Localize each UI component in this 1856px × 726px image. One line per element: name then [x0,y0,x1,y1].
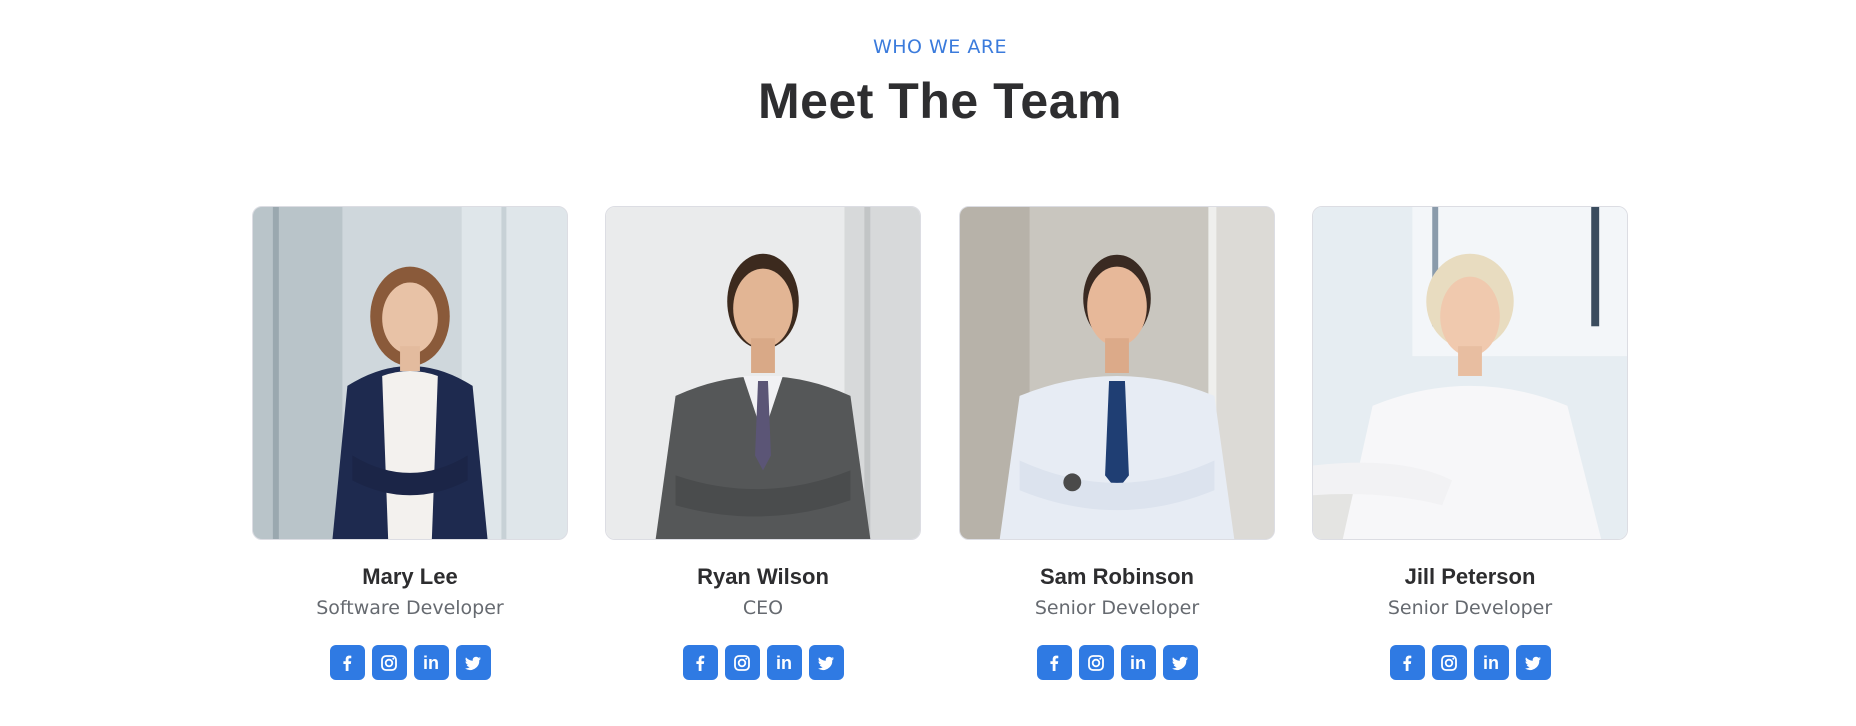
social-links: in [1312,645,1628,680]
member-name: Jill Peterson [1404,564,1536,589]
member-photo [605,206,921,540]
member-role: CEO [742,597,784,619]
instagram-icon[interactable] [1431,645,1467,680]
social-links: in [959,645,1275,680]
team-section: WHO WE ARE Meet The Team Mary Lee Softwa… [0,0,1856,726]
member-name: Ryan Wilson [697,564,829,589]
linkedin-icon[interactable]: in [413,645,449,680]
social-links: in [252,645,568,680]
member-name: Sam Robinson [1039,564,1194,589]
twitter-icon[interactable] [1515,645,1551,680]
team-card-mary-lee: Mary Lee Software Developer in [252,206,568,680]
instagram-icon[interactable] [724,645,760,680]
instagram-icon[interactable] [371,645,407,680]
linkedin-icon[interactable]: in [1120,645,1156,680]
twitter-icon[interactable] [1162,645,1198,680]
section-eyebrow: WHO WE ARE [872,36,1008,58]
member-role: Senior Developer [1387,597,1553,619]
member-role: Senior Developer [1034,597,1200,619]
member-photo [252,206,568,540]
linkedin-icon[interactable]: in [766,645,802,680]
member-name: Mary Lee [362,564,458,589]
facebook-icon[interactable] [1036,645,1072,680]
facebook-icon[interactable] [682,645,718,680]
facebook-icon[interactable] [329,645,365,680]
twitter-icon[interactable] [455,645,491,680]
member-role: Software Developer [316,597,504,619]
social-links: in [605,645,921,680]
instagram-icon[interactable] [1078,645,1114,680]
section-title: Meet The Team [758,73,1122,129]
facebook-icon[interactable] [1389,645,1425,680]
team-card-ryan-wilson: Ryan Wilson CEO in [605,206,921,680]
linkedin-icon[interactable]: in [1473,645,1509,680]
team-card-sam-robinson: Sam Robinson Senior Developer in [959,206,1275,680]
team-grid: Mary Lee Software Developer in Ryan Wils… [252,206,1628,686]
team-card-jill-peterson: Jill Peterson Senior Developer in [1312,206,1628,680]
twitter-icon[interactable] [808,645,844,680]
member-photo [1312,206,1628,540]
member-photo [959,206,1275,540]
